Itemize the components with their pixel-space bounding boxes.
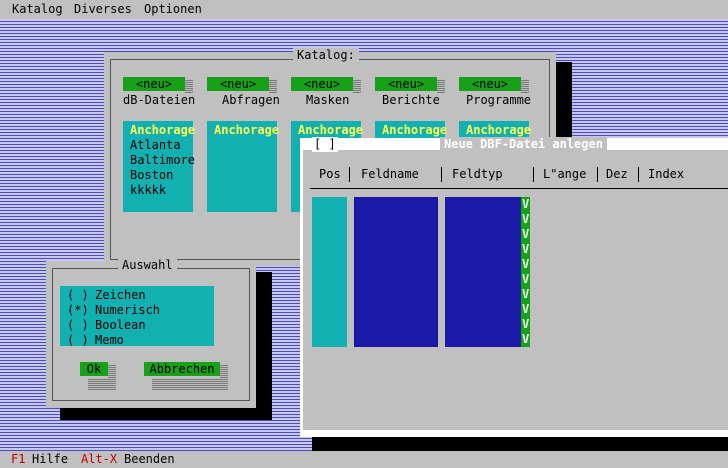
header-underline	[310, 188, 728, 189]
chevron-down-icon[interactable]: V	[522, 287, 529, 302]
column-label-db-files: dB-Dateien	[123, 93, 196, 107]
catalog-title: Katalog:	[293, 48, 359, 63]
new-dbfile-button[interactable]: <neu>	[123, 77, 185, 91]
button-shadow	[437, 79, 445, 93]
radio-mark[interactable]: ( )	[67, 318, 89, 333]
list-item[interactable]: Baltimore	[130, 153, 195, 168]
fieldname-column[interactable]	[354, 197, 438, 347]
dbf-title: Neue DBF-Datei anlegen	[440, 137, 607, 152]
button-shadow	[220, 364, 228, 378]
help-hotkey[interactable]: F1	[11, 452, 25, 467]
header-laenge: L"ange	[543, 167, 587, 181]
button-shadow	[521, 79, 529, 93]
dbfiles-list[interactable]: Anchorage Atlanta Baltimore Boston kkkkk	[123, 121, 195, 212]
button-shadow	[269, 79, 277, 93]
chevron-down-icon[interactable]: V	[522, 317, 529, 332]
header-dez: Dez	[606, 167, 628, 181]
radio-mark[interactable]: (*)	[67, 303, 89, 318]
list-item-selected[interactable]: Anchorage	[466, 123, 531, 138]
column-label-reports: Berichte	[382, 93, 440, 107]
chevron-down-icon[interactable]: V	[522, 227, 529, 242]
chevron-down-icon[interactable]: V	[522, 302, 529, 317]
auswahl-shadow-bottom	[60, 408, 272, 420]
list-item-selected[interactable]: Anchorage	[214, 123, 279, 138]
menu-optionen[interactable]: Optionen	[144, 2, 202, 17]
radio-mark[interactable]: ( )	[67, 333, 89, 348]
dbf-shadow-bottom	[312, 437, 728, 451]
header-index: Index	[648, 167, 685, 181]
radio-label: Zeichen	[95, 288, 146, 302]
list-item-selected[interactable]: Anchorage	[382, 123, 447, 138]
menu-diverses[interactable]: Diverses	[74, 2, 132, 17]
chevron-down-icon[interactable]: V	[522, 212, 529, 227]
chevron-down-icon[interactable]: V	[522, 272, 529, 287]
menu-bar: Katalog Diverses Optionen	[0, 0, 728, 19]
list-item[interactable]: Boston	[130, 168, 173, 183]
quit-hotkey[interactable]: Alt-X	[81, 452, 117, 467]
list-item[interactable]: kkkkk	[130, 183, 166, 198]
header-separator	[638, 167, 639, 182]
button-shadow	[185, 79, 193, 93]
radio-label: Numerisch	[95, 303, 161, 317]
fieldtype-dropdown-strip[interactable]: V V V V V V V V V V	[521, 197, 530, 347]
button-shadow	[152, 378, 228, 390]
chevron-down-icon[interactable]: V	[522, 332, 529, 347]
type-radio-group: ( ) Zeichen (*) Numerisch ( ) Boolean ( …	[60, 286, 214, 348]
radio-label: Boolean	[95, 318, 146, 332]
header-separator	[533, 167, 534, 182]
radio-label: Memo	[95, 333, 124, 347]
column-label-queries: Abfragen	[222, 93, 280, 107]
button-shadow	[88, 378, 116, 390]
column-label-masks: Masken	[306, 93, 350, 107]
column-label-programs: Programme	[466, 93, 532, 107]
queries-list[interactable]: Anchorage	[207, 121, 279, 212]
quit-label[interactable]: Beenden	[124, 452, 175, 467]
auswahl-shadow-right	[256, 272, 272, 420]
list-item[interactable]: Atlanta	[130, 138, 181, 153]
dbf-close-button[interactable]: [ ]	[312, 137, 338, 152]
button-shadow	[353, 79, 361, 93]
chevron-down-icon[interactable]: V	[522, 257, 529, 272]
menu-katalog[interactable]: Katalog	[12, 2, 63, 17]
header-separator	[349, 167, 350, 182]
header-feldname: Feldname	[361, 167, 419, 181]
header-separator	[441, 167, 442, 182]
pos-column[interactable]	[312, 197, 347, 347]
radio-mark[interactable]: ( )	[67, 288, 89, 303]
auswahl-title: Auswahl	[118, 258, 177, 273]
ok-button[interactable]: Ok	[80, 362, 108, 376]
header-pos: Pos	[319, 167, 341, 181]
new-query-button[interactable]: <neu>	[207, 77, 269, 91]
button-shadow	[108, 364, 116, 378]
list-item-selected[interactable]: Anchorage	[130, 123, 195, 138]
status-bar: F1 Hilfe Alt-X Beenden	[0, 451, 728, 468]
fieldtype-column[interactable]	[445, 197, 521, 347]
cancel-button[interactable]: Abbrechen	[144, 362, 220, 376]
chevron-down-icon[interactable]: V	[522, 197, 529, 212]
help-label[interactable]: Hilfe	[32, 452, 68, 467]
header-feldtyp: Feldtyp	[452, 167, 503, 181]
list-item-selected[interactable]: Anchorage	[298, 123, 363, 138]
chevron-down-icon[interactable]: V	[522, 242, 529, 257]
new-program-button[interactable]: <neu>	[459, 77, 521, 91]
new-report-button[interactable]: <neu>	[375, 77, 437, 91]
header-separator	[597, 167, 598, 182]
new-mask-button[interactable]: <neu>	[291, 77, 353, 91]
